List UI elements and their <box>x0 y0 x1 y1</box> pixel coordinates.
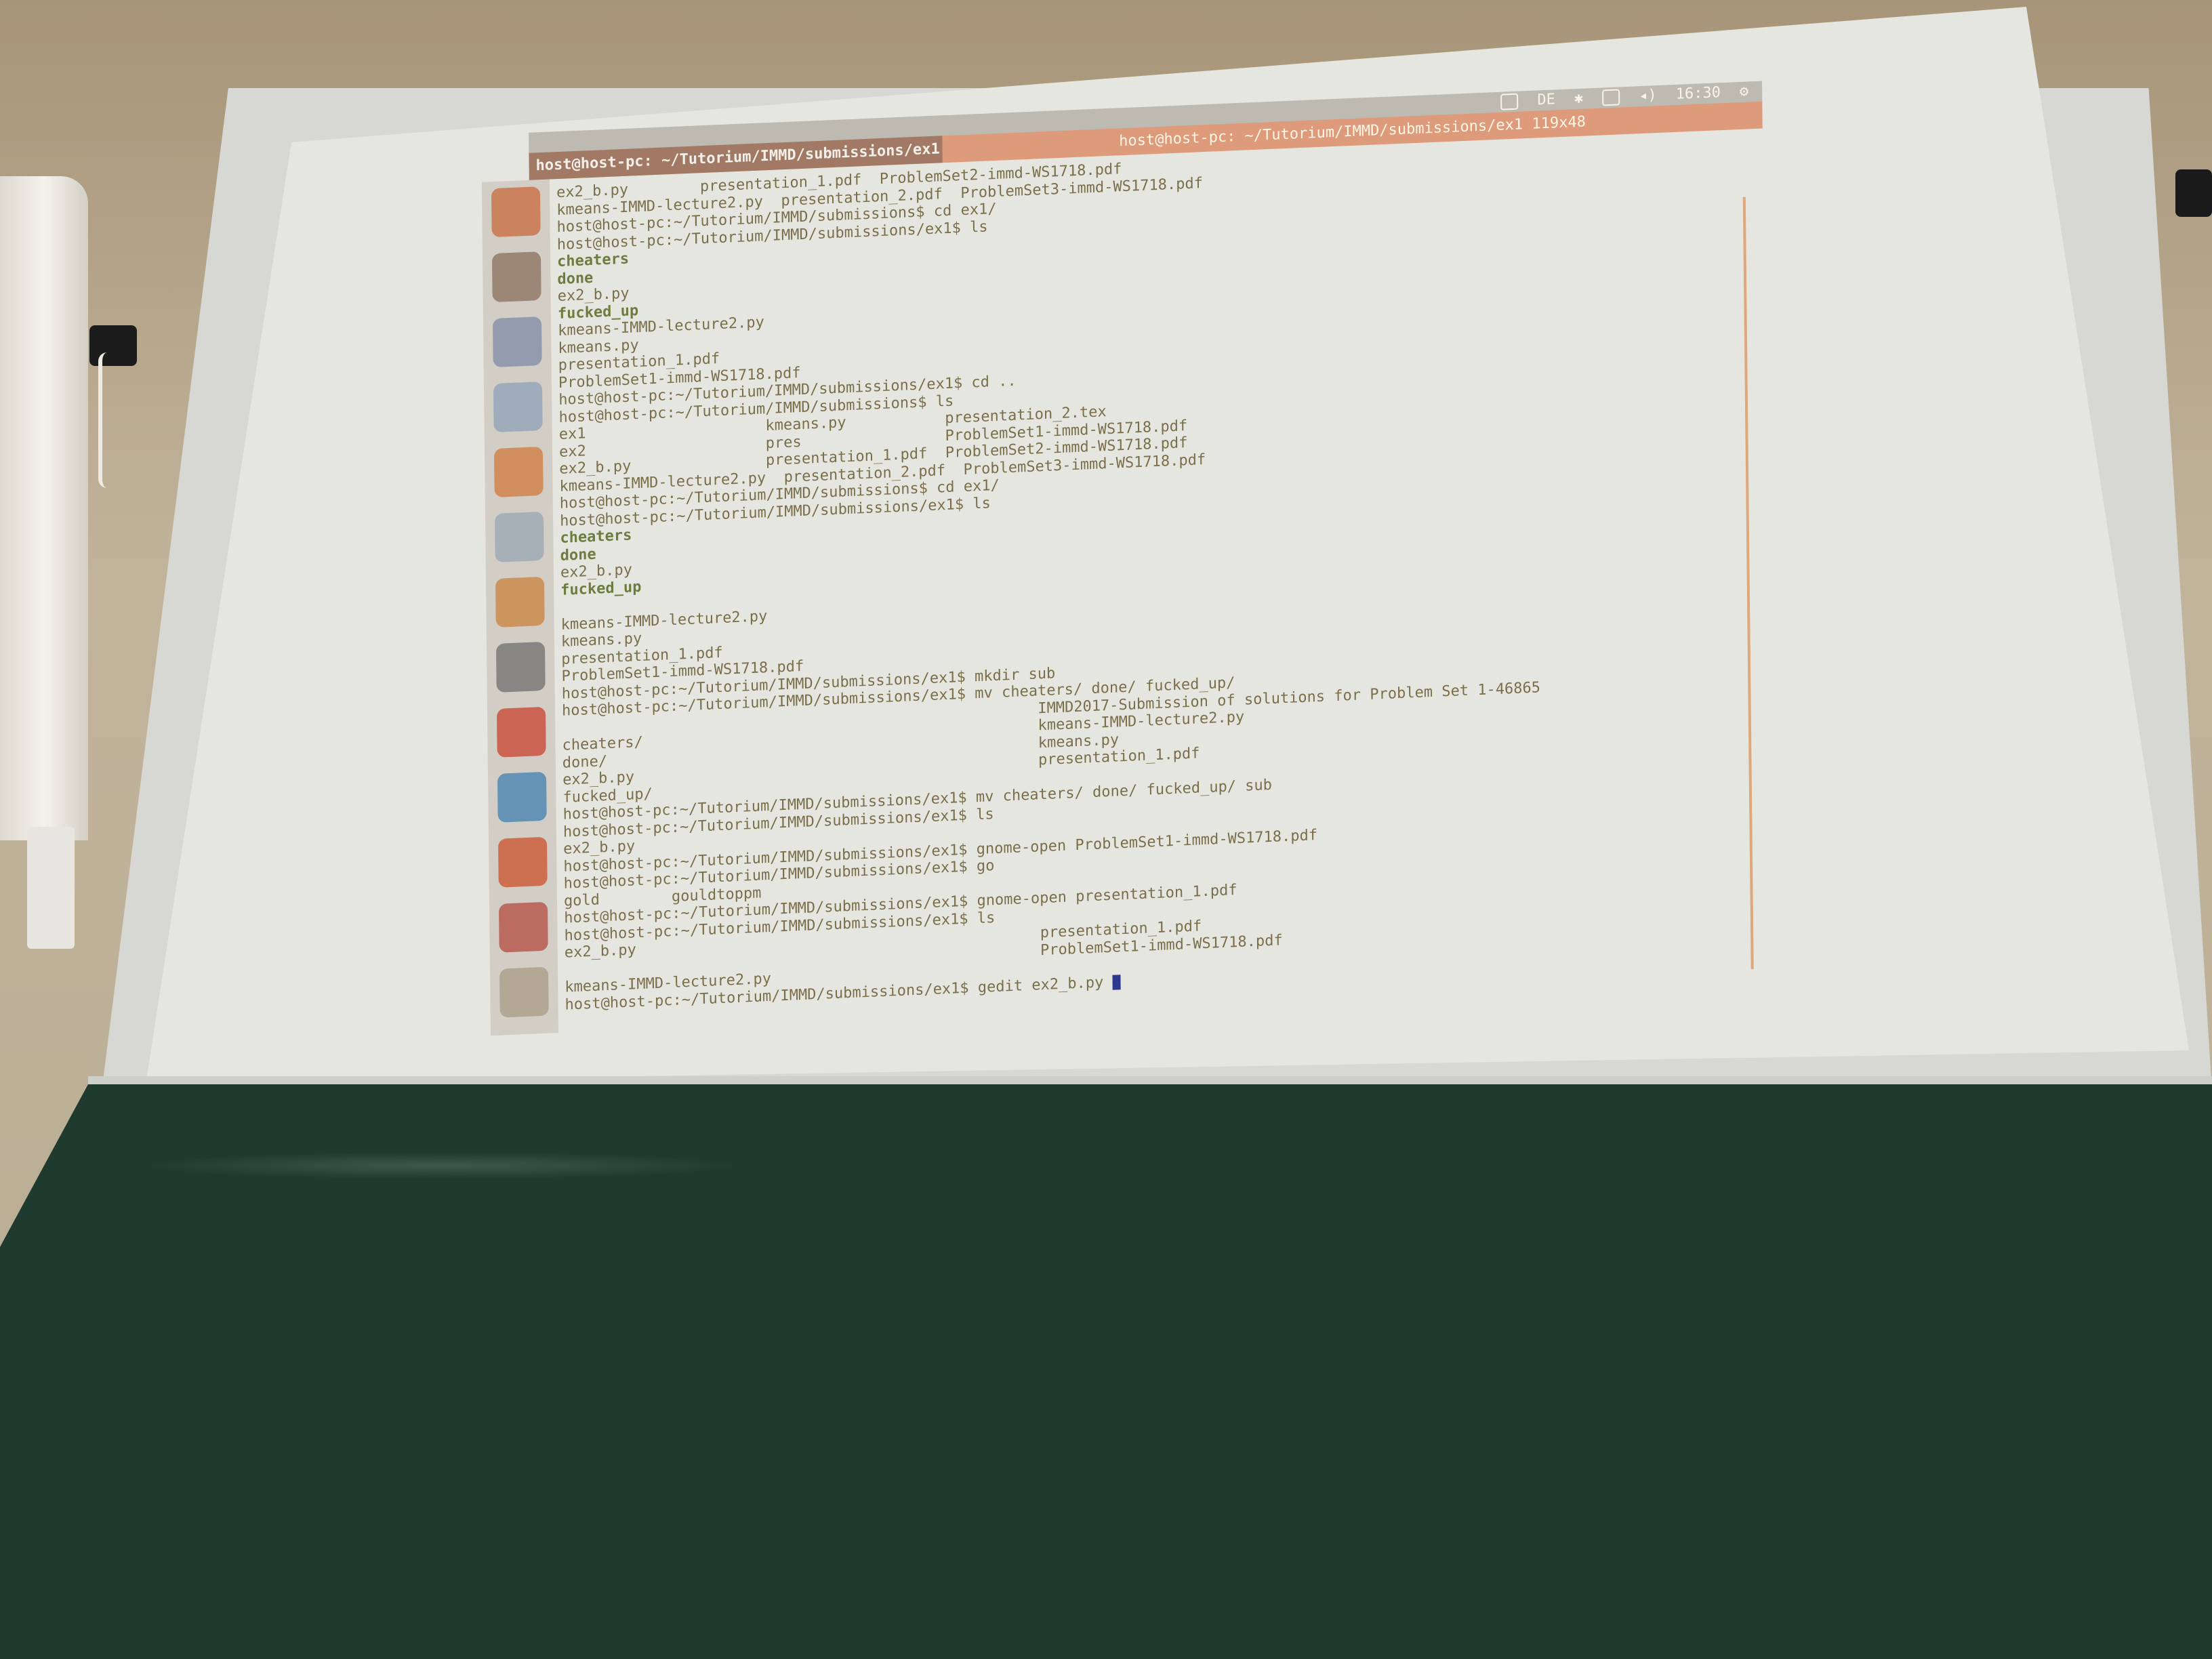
firefox-icon[interactable] <box>493 446 544 497</box>
keyboard-layout[interactable]: DE <box>1537 91 1555 110</box>
text-cursor <box>1112 974 1121 990</box>
gear-icon[interactable]: ⚙ <box>1740 83 1749 101</box>
terminal-output[interactable]: ex2_b.py presentation_1.pdf ProblemSet2-… <box>556 134 1758 1013</box>
unity-launcher <box>481 179 559 1036</box>
writer-icon[interactable] <box>494 511 544 562</box>
software-center-icon[interactable] <box>495 576 545 628</box>
network-icon[interactable] <box>1500 93 1519 110</box>
battery-icon[interactable] <box>1602 89 1620 106</box>
system-monitor-icon[interactable] <box>497 771 547 823</box>
projection-screen: DE ✱ ◂) 16:30 ⚙ host@host-pc: ~/Tutorium… <box>146 7 2189 1084</box>
chalk-smudge <box>136 1152 745 1179</box>
eclipse-icon[interactable] <box>498 901 548 953</box>
trash-icon[interactable] <box>499 966 549 1018</box>
files-icon[interactable] <box>491 251 541 303</box>
bluetooth-icon[interactable]: ✱ <box>1574 90 1584 108</box>
volume-icon[interactable]: ◂) <box>1639 87 1657 105</box>
text-editor-icon[interactable] <box>492 316 542 368</box>
document-icon[interactable] <box>493 381 543 432</box>
clock[interactable]: 16:30 <box>1676 84 1721 103</box>
cable <box>98 352 116 488</box>
wall-bracket <box>27 827 75 949</box>
terminal-window[interactable]: DE ✱ ◂) 16:30 ⚙ host@host-pc: ~/Tutorium… <box>461 75 1771 1036</box>
terminal-icon[interactable] <box>497 836 548 888</box>
amazon-icon[interactable] <box>495 641 546 693</box>
ubuntu-dash-icon[interactable] <box>491 186 541 238</box>
settings-icon[interactable] <box>496 706 546 758</box>
screen-clip <box>2175 169 2212 217</box>
chalkboard-edge <box>88 1076 2212 1086</box>
wall-pipe <box>0 176 88 840</box>
photo-scene: DE ✱ ◂) 16:30 ⚙ host@host-pc: ~/Tutorium… <box>0 0 2212 1659</box>
